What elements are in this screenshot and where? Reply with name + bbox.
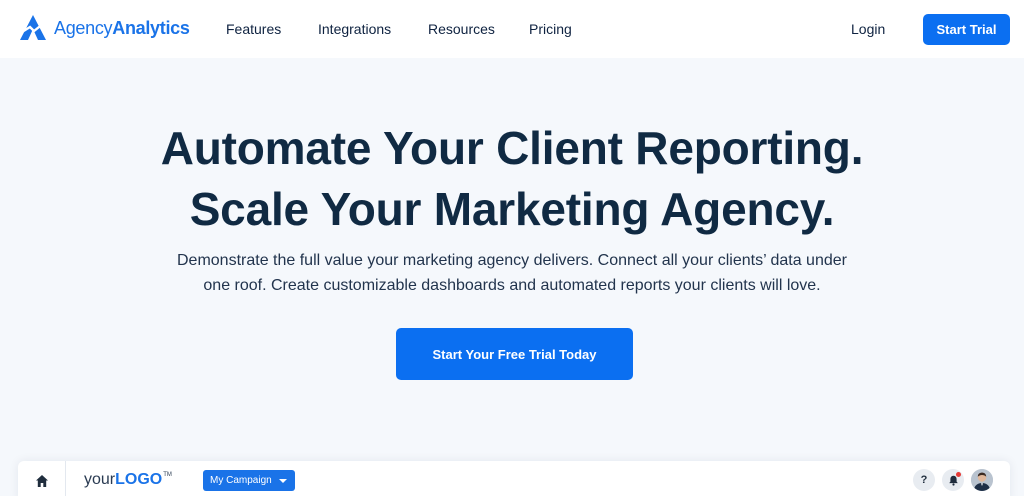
notifications-button[interactable] — [942, 469, 964, 491]
agencyanalytics-logo-mark-icon — [20, 15, 47, 40]
dashboard-preview-bar: yourLOGOTM My Campaign ? — [18, 461, 1010, 496]
home-button[interactable] — [18, 461, 66, 496]
avatar-icon — [971, 469, 993, 491]
brand-name: AgencyAnalytics — [54, 18, 190, 38]
login-link[interactable]: Login — [851, 22, 885, 36]
nav-link-features[interactable]: Features — [226, 22, 281, 36]
hero-subtitle-line-1: Demonstrate the full value your marketin… — [177, 252, 847, 269]
start-free-trial-button[interactable]: Start Your Free Trial Today — [396, 328, 633, 380]
campaign-select[interactable]: My Campaign — [203, 470, 295, 491]
chevron-down-icon — [279, 479, 287, 483]
hero-title-line-1: Automate Your Client Reporting. — [160, 122, 864, 174]
hero-subtitle-line-2: one roof. Create customizable dashboards… — [203, 277, 821, 294]
agencyanalytics-logo[interactable]: AgencyAnalytics — [18, 14, 190, 42]
help-icon: ? — [920, 474, 928, 486]
campaign-select-label: My Campaign — [210, 475, 272, 486]
start-trial-button[interactable]: Start Trial — [923, 14, 1010, 45]
notification-dot — [956, 472, 961, 477]
help-button[interactable]: ? — [913, 469, 935, 491]
user-avatar[interactable] — [971, 469, 993, 491]
client-logo: yourLOGOTM — [84, 471, 172, 488]
nav-link-pricing[interactable]: Pricing — [529, 22, 572, 36]
top-navigation: AgencyAnalytics Features Integrations Re… — [0, 0, 1024, 58]
hero-title-line-2: Scale Your Marketing Agency. — [189, 183, 835, 235]
nav-link-integrations[interactable]: Integrations — [318, 22, 391, 36]
home-icon — [35, 475, 48, 487]
nav-link-resources[interactable]: Resources — [428, 22, 495, 36]
